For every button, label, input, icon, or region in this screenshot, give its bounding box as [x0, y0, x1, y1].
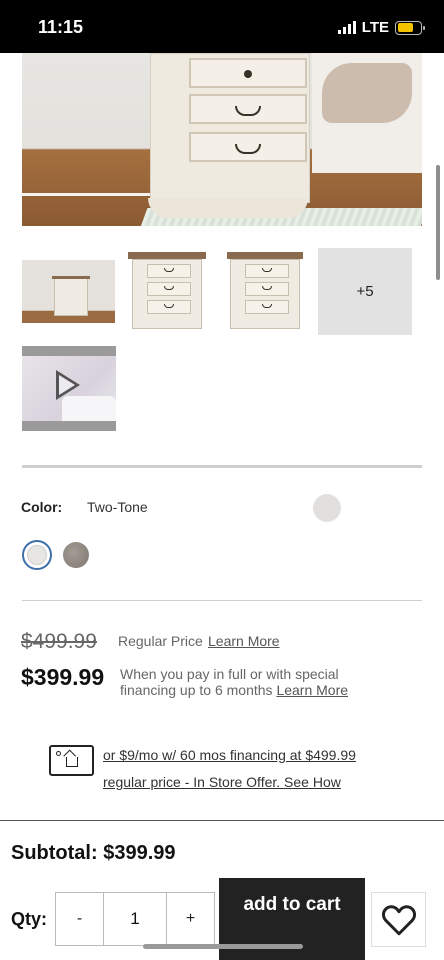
subtotal: Subtotal: $399.99: [11, 842, 176, 864]
more-images-button[interactable]: +5: [318, 248, 412, 335]
signal-icon: [337, 21, 356, 34]
qty-label: Qty:: [11, 909, 47, 929]
thumbnail-3[interactable]: [227, 248, 305, 333]
heart-icon: [381, 905, 416, 936]
section-divider: [22, 600, 422, 601]
battery-icon: [395, 20, 425, 35]
regular-price-label: Regular Price: [118, 633, 203, 649]
product-main-image[interactable]: [22, 53, 422, 226]
scrollbar[interactable]: [436, 165, 440, 280]
status-indicators: LTE: [337, 19, 425, 36]
financing-note: When you pay in full or with special fin…: [120, 666, 370, 698]
color-label: Color:: [21, 499, 63, 515]
increment-button[interactable]: +: [167, 893, 214, 945]
cart-divider: [0, 820, 444, 821]
section-divider: [22, 465, 422, 468]
financing-offer-link[interactable]: or $9/mo w/ 60 mos financing at $499.99 …: [103, 742, 393, 796]
learn-more-financing-link[interactable]: Learn More: [276, 682, 348, 698]
status-bar: 11:15 LTE: [0, 0, 444, 53]
decrement-button[interactable]: -: [56, 893, 103, 945]
swatch-two-tone[interactable]: [22, 540, 52, 570]
color-value: Two-Tone: [87, 499, 148, 515]
sale-price: $399.99: [21, 664, 105, 690]
network-label: LTE: [361, 19, 389, 36]
thumbnail-2[interactable]: [128, 248, 208, 333]
financing-offer-line1: or $9/mo w/ 60 mos financing at $499.99: [103, 747, 356, 763]
learn-more-link[interactable]: Learn More: [208, 633, 280, 649]
status-time: 11:15: [38, 17, 84, 37]
home-indicator: [143, 944, 303, 949]
color-preview-dot: [313, 494, 341, 522]
wishlist-button[interactable]: [371, 892, 426, 947]
swatch-gray[interactable]: [63, 542, 89, 568]
quantity-input[interactable]: 1: [103, 893, 167, 945]
original-price: $499.99: [21, 630, 97, 653]
video-thumbnail[interactable]: [22, 346, 116, 431]
more-images-count: +5: [356, 283, 374, 300]
financing-offer-line2: regular price - In Store Offer. See How: [103, 774, 341, 790]
thumbnail-1[interactable]: [22, 260, 115, 323]
quantity-stepper: - 1 +: [55, 892, 215, 946]
financing-card-icon: [49, 745, 94, 776]
